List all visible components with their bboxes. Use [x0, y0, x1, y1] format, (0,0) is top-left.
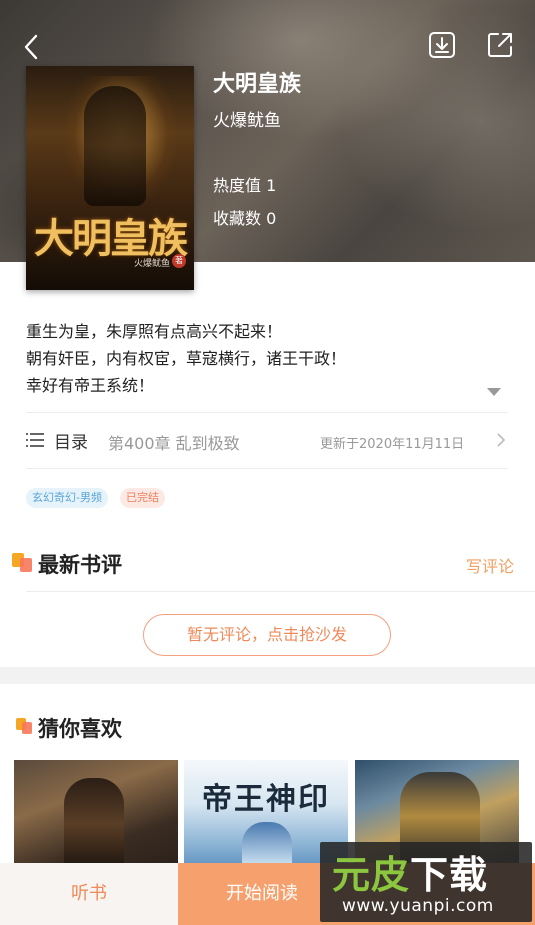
intro-line: 重生为皇，朱厚照有点高兴不起来！ — [26, 322, 283, 341]
heat-value: 热度值 1 — [213, 176, 277, 195]
watermark-url: www.yuanpi.com — [342, 896, 494, 916]
cover-figure — [84, 86, 146, 206]
expand-intro-icon[interactable] — [487, 388, 501, 396]
watermark-logo: 元皮下载 — [332, 844, 488, 899]
favorites-count: 收藏数 0 — [213, 209, 277, 228]
update-date: 更新于2020年11月11日 — [320, 437, 465, 452]
download-button[interactable] — [428, 31, 456, 59]
cover-title: 帝王神印 — [202, 782, 330, 817]
book-intro: 重生为皇，朱厚照有点高兴不起来！ 朝有奸臣，内有权宦，草寇横行，诸王干政！ 幸好… — [26, 318, 486, 399]
book-cover: 大明皇族 火爆鱿鱼 著 — [26, 66, 194, 290]
recommend-section-icon — [16, 718, 36, 738]
list-icon — [26, 433, 44, 447]
reviews-title: 最新书评 — [38, 553, 122, 577]
chevron-right-icon — [497, 433, 506, 447]
latest-chapter: 第400章 乱到极致 — [108, 434, 240, 453]
back-arrow-icon — [24, 34, 38, 60]
intro-line: 幸好有帝王系统！ — [26, 376, 155, 395]
write-review-button[interactable]: 写评论 — [466, 553, 514, 577]
reviews-section-icon — [12, 553, 32, 573]
cover-seal: 著 — [172, 254, 186, 268]
watermark-logo-a: 元皮 — [332, 852, 411, 897]
divider — [26, 468, 508, 469]
book-author[interactable]: 火爆鱿鱼 — [213, 106, 281, 131]
share-button[interactable] — [486, 31, 514, 59]
genre-tag[interactable]: 玄幻奇幻-男频 — [26, 488, 108, 508]
back-button[interactable] — [18, 30, 48, 64]
table-of-contents-row[interactable]: 目录 第400章 乱到极致 更新于2020年11月11日 — [26, 414, 508, 468]
recommend-book-cover[interactable] — [14, 760, 178, 870]
watermark: 元皮下载 www.yuanpi.com — [320, 842, 532, 922]
book-title: 大明皇族 — [213, 72, 302, 97]
cover-author: 火爆鱿鱼 — [133, 259, 170, 269]
cover-figure — [64, 778, 124, 870]
status-tag: 已完结 — [120, 488, 165, 508]
watermark-logo-b: 下载 — [410, 852, 489, 897]
intro-line: 朝有奸臣，内有权宦，草寇横行，诸王干政！ — [26, 349, 347, 368]
divider — [26, 412, 508, 413]
listen-button[interactable]: 听书 — [0, 863, 178, 925]
first-review-button[interactable]: 暂无评论，点击抢沙发 — [143, 614, 391, 656]
toc-label: 目录 — [54, 433, 88, 453]
divider — [26, 591, 535, 592]
download-icon — [429, 32, 455, 58]
share-icon — [488, 33, 512, 57]
recommend-title: 猜你喜欢 — [38, 717, 122, 741]
